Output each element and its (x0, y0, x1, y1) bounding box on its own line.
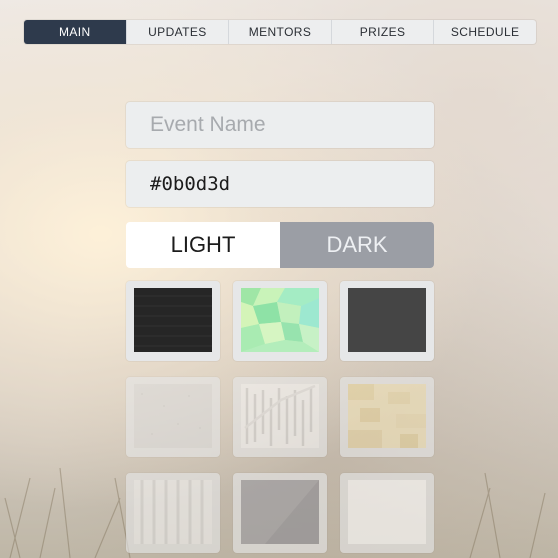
light-theme-option[interactable]: LIGHT (126, 222, 280, 268)
dark-theme-option[interactable]: DARK (280, 222, 434, 268)
color-hex-input[interactable]: #0b0d3d (126, 161, 434, 207)
gray-diagonal-swatch (241, 480, 319, 544)
beige-blocks-swatch (348, 384, 426, 448)
event-name-input[interactable]: Event Name (126, 102, 434, 148)
top-nav-tabs: MAIN UPDATES MENTORS PRIZES SCHEDULE (24, 20, 536, 44)
background-option-white-plain[interactable] (340, 473, 434, 553)
dark-gray-swatch (348, 288, 426, 352)
background-option-white-zigzag[interactable] (233, 377, 327, 457)
background-option-gray-diagonal[interactable] (233, 473, 327, 553)
tab-prizes[interactable]: PRIZES (330, 20, 434, 44)
background-option-green-polygons[interactable] (233, 281, 327, 361)
background-option-dark-fabric[interactable] (126, 281, 220, 361)
background-option-dark-gray[interactable] (340, 281, 434, 361)
green-polygons-swatch (241, 288, 319, 352)
light-texture-swatch (134, 384, 212, 448)
white-zigzag-swatch (241, 384, 319, 448)
tab-mentors[interactable]: MENTORS (228, 20, 331, 44)
white-stripes-swatch (134, 480, 212, 544)
tab-main[interactable]: MAIN (24, 20, 126, 44)
dark-fabric-swatch (134, 288, 212, 352)
background-option-white-stripes[interactable] (126, 473, 220, 553)
background-option-beige-blocks[interactable] (340, 377, 434, 457)
theme-toggle: LIGHT DARK (126, 222, 434, 268)
tab-schedule[interactable]: SCHEDULE (433, 20, 536, 44)
white-plain-swatch (348, 480, 426, 544)
background-option-light-texture[interactable] (126, 377, 220, 457)
tab-updates[interactable]: UPDATES (125, 20, 229, 44)
